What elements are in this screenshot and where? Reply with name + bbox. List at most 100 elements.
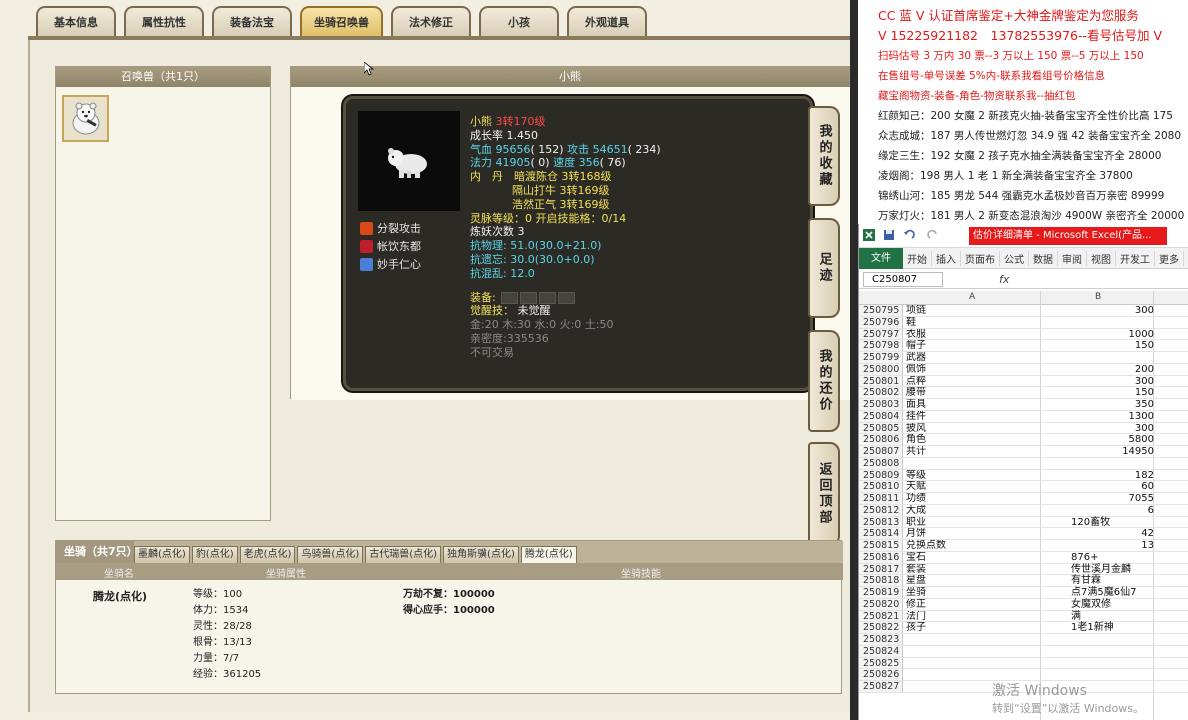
ribbon-tab[interactable]: 审阅 xyxy=(1058,250,1087,266)
ribbon-tab[interactable]: 视图 xyxy=(1087,250,1116,266)
cell-a[interactable]: 孩子 xyxy=(906,622,1066,634)
sheet-row[interactable]: 250811 功绩 7055 xyxy=(859,493,1188,505)
row-number[interactable]: 250814 xyxy=(859,528,903,539)
cell-b[interactable]: 满 xyxy=(1071,611,1181,623)
sheet-row[interactable]: 250818 星盘 有甘霖 xyxy=(859,575,1188,587)
cell-b[interactable]: 传世溪月金麟 xyxy=(1071,564,1181,576)
cell-a[interactable]: 宝石 xyxy=(906,552,1066,564)
cell-b[interactable]: 300 xyxy=(1042,423,1154,435)
cell-b[interactable]: 150 xyxy=(1042,340,1154,352)
sheet-row[interactable]: 250824 xyxy=(859,645,1188,658)
row-number[interactable]: 250821 xyxy=(859,610,903,622)
col-b-header[interactable]: B xyxy=(1095,292,1101,302)
row-number[interactable]: 250795 xyxy=(859,305,903,316)
sheet-row[interactable]: 250809 等级 182 xyxy=(859,469,1188,482)
cell-b[interactable]: 60 xyxy=(1042,481,1154,493)
sheet-row[interactable]: 250800 佩饰 200 xyxy=(859,363,1188,376)
sheet-row[interactable]: 250814 月饼 42 xyxy=(859,528,1188,540)
row-number[interactable]: 250813 xyxy=(859,516,903,528)
row-number[interactable]: 250807 xyxy=(859,446,903,457)
row-number[interactable]: 250825 xyxy=(859,657,903,669)
skill-healing[interactable]: 妙手仁心 xyxy=(360,256,421,272)
row-number[interactable]: 250798 xyxy=(859,340,903,351)
sheet-row[interactable]: 250795 项链 300 xyxy=(859,305,1188,317)
sheet-row[interactable]: 250816 宝石 876+ xyxy=(859,551,1188,564)
cell-a[interactable]: 坐骑 xyxy=(906,587,1066,599)
my-favorites-button[interactable]: 我的收藏 xyxy=(808,106,840,206)
tab-5[interactable]: 法术修正 xyxy=(391,6,471,36)
ribbon-tab[interactable]: 插入 xyxy=(932,250,961,266)
cell-b[interactable]: 13 xyxy=(1042,540,1154,552)
tab-7[interactable]: 外观道具 xyxy=(567,6,647,36)
mount-tab[interactable]: 独角斯骥(点化) xyxy=(443,546,519,563)
row-number[interactable]: 250796 xyxy=(859,316,903,328)
cell-b[interactable]: 1老1新神 xyxy=(1071,622,1181,634)
skill-split-attack[interactable]: 分裂攻击 xyxy=(360,220,421,236)
cell-b[interactable]: 200 xyxy=(1042,364,1154,376)
row-number[interactable]: 250797 xyxy=(859,328,903,340)
row-number[interactable]: 250823 xyxy=(859,634,903,645)
cell-a[interactable]: 职业 xyxy=(906,517,1066,529)
ribbon-file-tab[interactable]: 文件 xyxy=(859,247,903,269)
col-a-header[interactable]: A xyxy=(969,292,975,302)
undo-icon[interactable] xyxy=(903,229,915,241)
my-bargain-button[interactable]: 我的还价 xyxy=(808,330,840,432)
cell-b[interactable]: 876+ xyxy=(1071,552,1181,564)
summon-thumbnail[interactable] xyxy=(62,95,109,142)
row-number[interactable]: 250818 xyxy=(859,575,903,586)
sheet-row[interactable]: 250819 坐骑 点7满5魔6仙7 xyxy=(859,587,1188,599)
redo-icon[interactable] xyxy=(927,229,939,241)
cell-b[interactable]: 6 xyxy=(1042,505,1154,517)
sheet-row[interactable]: 250797 衣服 1000 xyxy=(859,328,1188,341)
row-number[interactable]: 250811 xyxy=(859,493,903,504)
row-number[interactable]: 250803 xyxy=(859,399,903,410)
mount-tab[interactable]: 古代瑞兽(点化) xyxy=(365,546,442,563)
cell-a[interactable]: 修正 xyxy=(906,599,1066,611)
cell-a[interactable]: 星盘 xyxy=(906,575,1066,587)
tab-4[interactable]: 坐骑召唤兽 xyxy=(300,6,383,36)
mount-tab[interactable]: 墨麟(点化) xyxy=(134,546,190,563)
cell-b[interactable]: 182 xyxy=(1042,470,1154,482)
row-number[interactable]: 250820 xyxy=(859,598,903,610)
cell-b[interactable]: 300 xyxy=(1042,376,1154,388)
sheet-row[interactable]: 250813 职业 120畜牧 xyxy=(859,516,1188,529)
equip-slot[interactable] xyxy=(539,291,557,304)
sheet-row[interactable]: 250807 共计 14950 xyxy=(859,446,1188,458)
row-number[interactable]: 250805 xyxy=(859,422,903,434)
mount-tab[interactable]: 豹(点化) xyxy=(191,546,238,563)
cell-b[interactable]: 1000 xyxy=(1042,329,1154,341)
row-number[interactable]: 250802 xyxy=(859,387,903,398)
row-number[interactable]: 250824 xyxy=(859,645,903,657)
row-number[interactable]: 250826 xyxy=(859,669,903,680)
sheet-row[interactable]: 250808 xyxy=(859,457,1188,470)
sheet-row[interactable]: 250812 大成 6 xyxy=(859,504,1188,517)
equip-slot[interactable] xyxy=(501,291,519,304)
equip-slot[interactable] xyxy=(520,291,538,304)
sheet-row[interactable]: 250820 修正 女魔双修 xyxy=(859,598,1188,611)
save-icon[interactable] xyxy=(883,229,895,241)
cell-a[interactable]: 鞋 xyxy=(906,317,1066,329)
equip-slot[interactable] xyxy=(558,291,576,304)
tab-1[interactable]: 基本信息 xyxy=(36,6,116,36)
tab-3[interactable]: 装备法宝 xyxy=(212,6,292,36)
sheet-row[interactable]: 250804 挂件 1300 xyxy=(859,410,1188,423)
sheet-row[interactable]: 250798 帽子 150 xyxy=(859,340,1188,352)
sheet-row[interactable]: 250803 面具 350 xyxy=(859,399,1188,411)
cell-b[interactable]: 有甘霖 xyxy=(1071,575,1181,587)
cell-b[interactable]: 150 xyxy=(1042,387,1154,399)
row-number[interactable]: 250816 xyxy=(859,551,903,563)
back-to-top-button[interactable]: 返回顶部 xyxy=(808,442,840,546)
sheet-row[interactable]: 250817 套装 传世溪月金麟 xyxy=(859,563,1188,576)
row-number[interactable]: 250812 xyxy=(859,504,903,516)
row-number[interactable]: 250817 xyxy=(859,563,903,575)
sheet-row[interactable]: 250796 鞋 xyxy=(859,316,1188,329)
row-number[interactable]: 250815 xyxy=(859,540,903,551)
row-number[interactable]: 250827 xyxy=(859,681,903,692)
row-number[interactable]: 250808 xyxy=(859,457,903,469)
sheet-row[interactable]: 250822 孩子 1老1新神 xyxy=(859,622,1188,634)
ribbon-tab[interactable]: 更多 xyxy=(1155,250,1184,266)
fx-icon[interactable]: fx xyxy=(999,273,1009,286)
row-number[interactable]: 250809 xyxy=(859,469,903,481)
cell-b[interactable]: 42 xyxy=(1042,528,1154,540)
tab-2[interactable]: 属性抗性 xyxy=(124,6,204,36)
